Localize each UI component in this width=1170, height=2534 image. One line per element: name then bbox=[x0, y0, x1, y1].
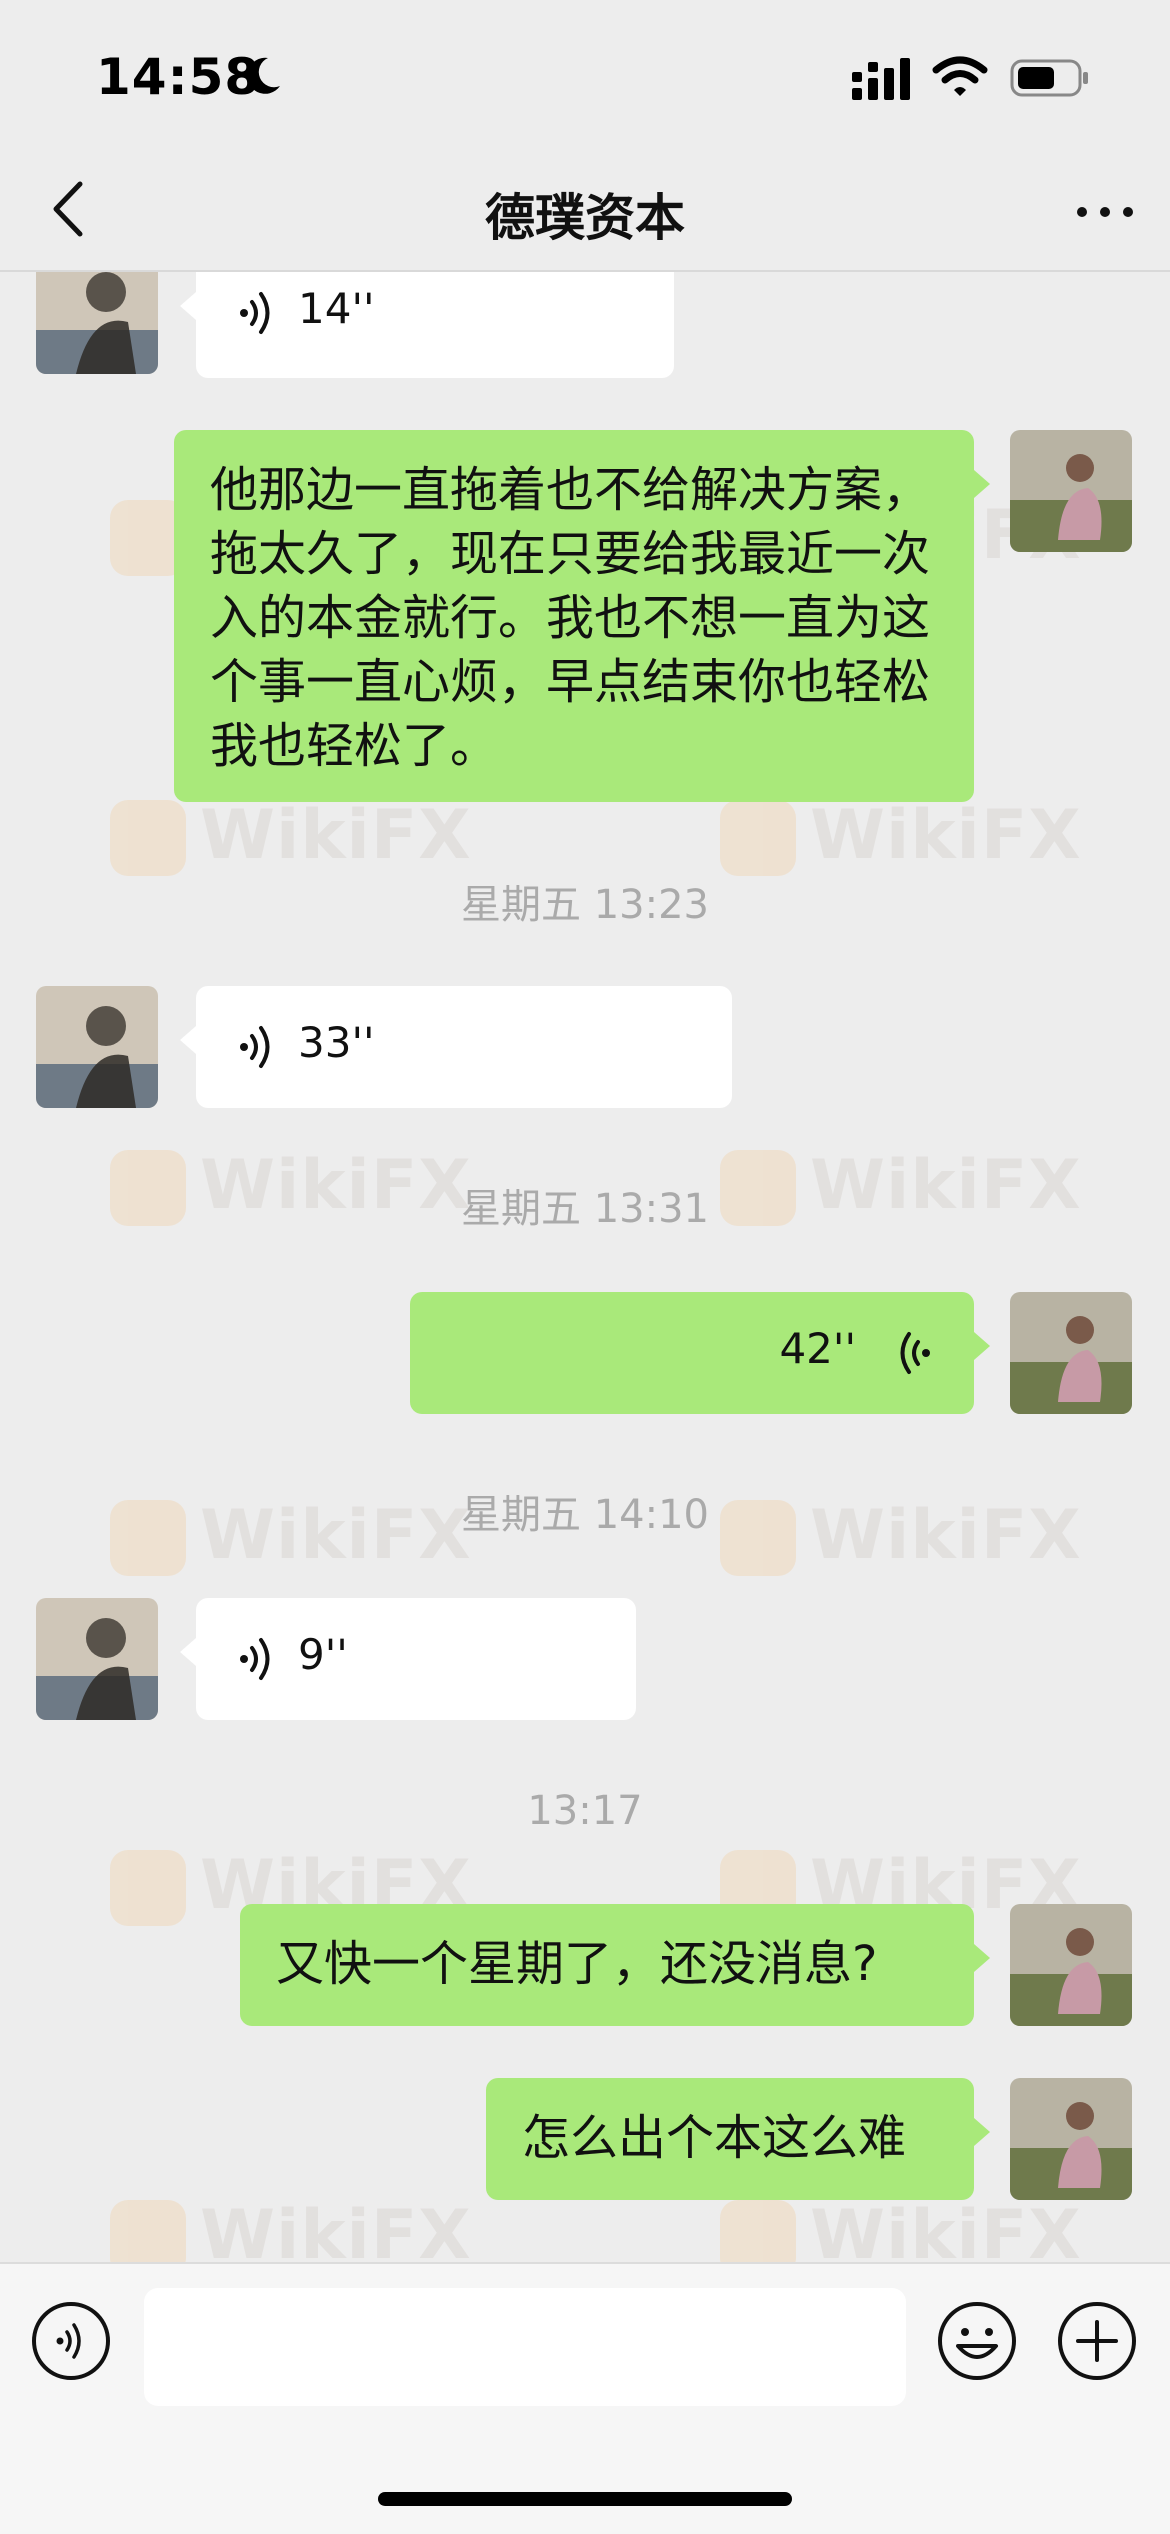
chat-area[interactable]: WikiFX WikiFX WikiFX WikiFX WikiFX WikiF… bbox=[0, 272, 1170, 2262]
signal-icon bbox=[852, 58, 910, 100]
voice-wave-icon bbox=[240, 1026, 270, 1068]
user-avatar[interactable] bbox=[1010, 2078, 1132, 2200]
moon-icon bbox=[247, 57, 280, 94]
timestamp: 星期五 13:31 bbox=[461, 1186, 709, 1232]
wikifx-watermark: WikiFX bbox=[720, 792, 1081, 882]
voice-message-out[interactable]: 42'' bbox=[410, 1292, 990, 1414]
back-arrow-icon[interactable] bbox=[40, 174, 100, 244]
contact-avatar[interactable] bbox=[36, 986, 158, 1108]
timestamp: 星期五 14:10 bbox=[461, 1492, 709, 1538]
user-avatar[interactable] bbox=[1010, 1292, 1132, 1414]
timestamp: 13:17 bbox=[527, 1788, 643, 1834]
voice-toggle-icon[interactable] bbox=[30, 2300, 112, 2382]
user-avatar[interactable] bbox=[1010, 1904, 1132, 2026]
home-indicator bbox=[378, 2492, 792, 2506]
status-bar: 14:58 bbox=[0, 0, 1170, 150]
contact-avatar[interactable] bbox=[36, 272, 158, 374]
contact-avatar[interactable] bbox=[36, 1598, 158, 1720]
wikifx-watermark: WikiFX bbox=[720, 2192, 1081, 2262]
voice-duration: 42'' bbox=[779, 1324, 856, 1373]
user-avatar[interactable] bbox=[1010, 430, 1132, 552]
emoji-icon[interactable] bbox=[936, 2300, 1018, 2382]
voice-message-in[interactable]: 9'' bbox=[180, 1598, 636, 1720]
wikifx-watermark: WikiFX bbox=[110, 792, 471, 882]
text-message-out[interactable]: 怎么出个本这么难 bbox=[486, 2078, 990, 2200]
text-message-out[interactable]: 又快一个星期了，还没消息? bbox=[240, 1904, 990, 2026]
message-text: 他那边一直拖着也不给解决方案，拖太久了，现在只要给我最近一次入的本金就行。我也不… bbox=[210, 462, 931, 774]
status-time: 14:58 bbox=[96, 48, 261, 106]
nav-bar: 德璞资本 bbox=[0, 150, 1170, 272]
message-text: 又快一个星期了，还没消息? bbox=[276, 1936, 878, 1992]
chat-title: 德璞资本 bbox=[485, 189, 685, 247]
battery-icon bbox=[1010, 59, 1088, 97]
wifi-icon bbox=[932, 56, 988, 96]
message-text: 怎么出个本这么难 bbox=[522, 2110, 907, 2166]
more-icon[interactable] bbox=[1070, 182, 1140, 242]
message-input[interactable] bbox=[144, 2288, 906, 2406]
voice-duration: 33'' bbox=[298, 1018, 375, 1067]
voice-duration: 14'' bbox=[298, 284, 375, 333]
wikifx-watermark: WikiFX bbox=[110, 2192, 471, 2262]
voice-wave-icon bbox=[900, 1332, 930, 1374]
voice-message-in[interactable]: 14'' bbox=[180, 272, 674, 378]
text-message-out[interactable]: 他那边一直拖着也不给解决方案，拖太久了，现在只要给我最近一次入的本金就行。我也不… bbox=[174, 430, 990, 802]
timestamp: 星期五 13:23 bbox=[461, 882, 709, 928]
plus-icon[interactable] bbox=[1056, 2300, 1138, 2382]
voice-wave-icon bbox=[240, 292, 270, 334]
input-bar bbox=[0, 2262, 1170, 2534]
voice-message-in[interactable]: 33'' bbox=[180, 986, 732, 1108]
voice-wave-icon bbox=[240, 1638, 270, 1680]
voice-duration: 9'' bbox=[298, 1630, 348, 1679]
